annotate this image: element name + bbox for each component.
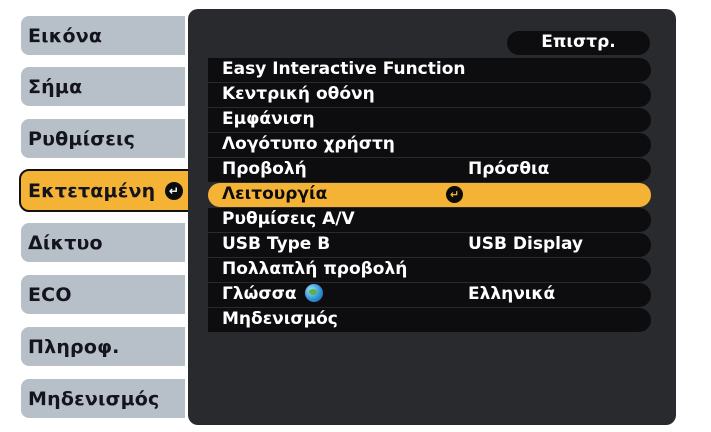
tab-label: Εικόνα bbox=[28, 25, 103, 47]
row-label: Μηδενισμός bbox=[222, 309, 338, 329]
back-button[interactable]: Επιστρ. bbox=[507, 31, 650, 55]
row-label: Ρυθμίσεις A/V bbox=[222, 209, 355, 229]
menu-row-reset[interactable]: Μηδενισμός bbox=[208, 308, 651, 332]
tab-label: Δίκτυο bbox=[28, 232, 103, 254]
row-label: Γλώσσα bbox=[222, 284, 297, 304]
menu-row-multi-projection[interactable]: Πολλαπλή προβολή bbox=[208, 258, 651, 282]
row-value: USB Display bbox=[468, 234, 584, 254]
row-label: Easy Interactive Function bbox=[222, 59, 466, 79]
menu-row-display[interactable]: Εμφάνιση bbox=[208, 108, 651, 132]
row-value: Ελληνικά bbox=[468, 284, 556, 304]
tab-signal[interactable]: Σήμα bbox=[19, 65, 187, 108]
tab-label: Εκτεταμένη bbox=[28, 180, 156, 202]
globe-icon bbox=[304, 284, 323, 302]
row-label-wrap: Γλώσσα bbox=[222, 283, 323, 306]
tab-network[interactable]: Δίκτυο bbox=[19, 221, 187, 264]
enter-icon: ↵ bbox=[165, 182, 183, 200]
row-label: Κεντρική οθόνη bbox=[222, 84, 375, 104]
row-label: Προβολή bbox=[222, 159, 307, 179]
menu-row-projection[interactable]: Προβολή Πρόσθια bbox=[208, 158, 651, 182]
menu-row-user-logo[interactable]: Λογότυπο χρήστη bbox=[208, 133, 651, 157]
tab-label: Σήμα bbox=[28, 76, 83, 98]
menu-row-av-settings[interactable]: Ρυθμίσεις A/V bbox=[208, 208, 651, 232]
menu-row-language[interactable]: Γλώσσα Ελληνικά bbox=[208, 283, 651, 307]
menu-row-operation[interactable]: Λειτουργία ↵ bbox=[208, 183, 651, 207]
tab-extended[interactable]: Εκτεταμένη ↵ bbox=[19, 169, 193, 212]
tab-label: Μηδενισμός bbox=[28, 388, 160, 410]
tab-label: Πληροφ. bbox=[28, 336, 120, 358]
row-value: Πρόσθια bbox=[468, 159, 550, 179]
row-label: Λογότυπο χρήστη bbox=[222, 134, 395, 154]
row-label: Λειτουργία bbox=[222, 184, 328, 204]
menu-row-easy-interactive[interactable]: Easy Interactive Function bbox=[208, 58, 651, 82]
tab-settings[interactable]: Ρυθμίσεις bbox=[19, 117, 187, 160]
row-label: Πολλαπλή προβολή bbox=[222, 259, 408, 279]
tab-label: Ρυθμίσεις bbox=[28, 128, 136, 150]
menu-row-usb-type-b[interactable]: USB Type B USB Display bbox=[208, 233, 651, 257]
row-label: Εμφάνιση bbox=[222, 109, 315, 129]
menu-row-main-screen[interactable]: Κεντρική οθόνη bbox=[208, 83, 651, 107]
tab-reset[interactable]: Μηδενισμός bbox=[19, 377, 187, 420]
tab-info[interactable]: Πληροφ. bbox=[19, 325, 187, 368]
tab-eco[interactable]: ECO bbox=[19, 273, 187, 316]
tab-label: ECO bbox=[28, 284, 72, 306]
tab-image[interactable]: Εικόνα bbox=[19, 14, 187, 57]
row-label: USB Type B bbox=[222, 234, 331, 254]
enter-icon: ↵ bbox=[446, 186, 463, 203]
